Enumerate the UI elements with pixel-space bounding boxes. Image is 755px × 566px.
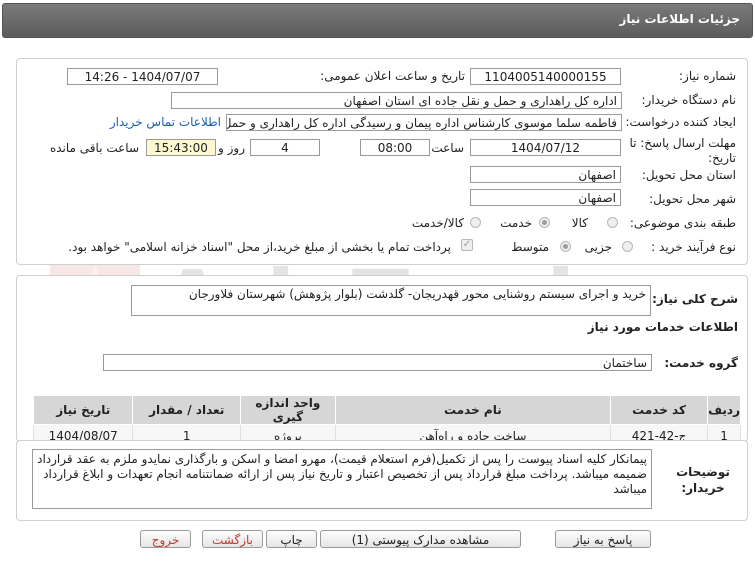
need-number-label: شماره نیاز: — [679, 69, 736, 83]
page-header: جزئیات اطلاعات نیاز — [2, 3, 753, 38]
category-option-goods: کالا — [571, 216, 588, 230]
city-label: شهر محل تحویل: — [649, 192, 736, 206]
process-option-medium: متوسط — [511, 240, 549, 254]
creator-field: فاطمه سلما موسوی کارشناس اداره پیمان و ر… — [226, 114, 622, 131]
deadline-date-field: 1404/07/12 — [470, 139, 621, 156]
need-number-field: 1104005140000155 — [470, 68, 621, 85]
treasury-payment-note: پرداخت تمام یا بخشی از مبلغ خرید،از محل … — [68, 240, 451, 254]
category-radio-goods[interactable] — [607, 217, 618, 228]
process-option-minor: جزیی — [584, 240, 612, 254]
col-quantity: تعداد / مقدار — [132, 395, 241, 425]
service-group-label: گروه خدمت: — [664, 356, 738, 370]
city-field: اصفهان — [470, 189, 621, 206]
days-label: روز و — [218, 141, 245, 155]
treasury-payment-checkbox[interactable]: ✓ — [461, 239, 473, 251]
buyer-notes-field: پیمانکار کلیه اسناد پیوست را پس از تکمیل… — [32, 449, 652, 509]
buyer-field: اداره کل راهداری و حمل و نقل جاده ای است… — [171, 92, 622, 109]
province-field: اصفهان — [470, 166, 621, 183]
services-section-title: اطلاعات خدمات مورد نیاز — [587, 320, 738, 334]
col-row: ردیف — [707, 395, 741, 425]
buyer-label: نام دستگاه خریدار: — [641, 93, 737, 107]
category-option-service: خدمت — [500, 216, 532, 230]
process-radio-medium[interactable] — [560, 241, 571, 252]
exit-button[interactable]: خروج — [140, 530, 191, 548]
process-type-label: نوع فرآیند خرید : — [651, 240, 736, 254]
description-field: خرید و اجرای سیستم روشنایی محور قهدریجان… — [131, 285, 651, 316]
deadline-time-label: ساعت — [431, 141, 464, 155]
process-radio-minor[interactable] — [622, 241, 633, 252]
category-option-goods-service: کالا/خدمت — [411, 216, 464, 230]
announce-datetime-label: تاریخ و ساعت اعلان عمومی: — [320, 69, 465, 83]
province-label: استان محل تحویل: — [641, 168, 736, 182]
announce-datetime-field: 1404/07/07 - 14:26 — [67, 68, 218, 85]
service-group-field: ساختمان — [103, 354, 652, 371]
back-button[interactable]: بازگشت — [202, 530, 263, 548]
col-service-code: کد خدمت — [609, 395, 709, 425]
col-unit: واحد اندازه گیری — [239, 395, 336, 425]
print-button[interactable]: چاپ — [266, 530, 317, 548]
creator-label: ایجاد کننده درخواست: — [625, 115, 736, 129]
buyer-contact-link[interactable]: اطلاعات تماس خریدار — [110, 115, 221, 129]
remaining-time-label: ساعت باقی مانده — [49, 141, 139, 155]
table-header-row: ردیف کد خدمت نام خدمت واحد اندازه گیری ت… — [32, 395, 741, 425]
buyer-notes-label: توضیحات خریدار: — [676, 465, 730, 495]
col-need-date: تاریخ نیاز — [32, 395, 134, 425]
category-radio-goods-service[interactable] — [470, 217, 481, 228]
remaining-time-field: 15:43:00 — [146, 139, 216, 156]
category-radio-service[interactable] — [539, 217, 550, 228]
deadline-label: مهلت ارسال پاسخ: تا تاریخ: — [629, 136, 736, 165]
description-label: شرح کلی نیاز: — [652, 292, 738, 306]
category-label: طبقه بندی موضوعی: — [629, 216, 736, 230]
respond-button[interactable]: پاسخ به نیاز — [555, 530, 651, 548]
days-remaining-field: 4 — [250, 139, 320, 156]
deadline-time-field: 08:00 — [360, 139, 430, 156]
view-attachments-button[interactable]: مشاهده مدارک پیوستی (1) — [320, 530, 521, 548]
page-title: جزئیات اطلاعات نیاز — [619, 12, 740, 26]
col-service-name: نام خدمت — [334, 395, 611, 425]
